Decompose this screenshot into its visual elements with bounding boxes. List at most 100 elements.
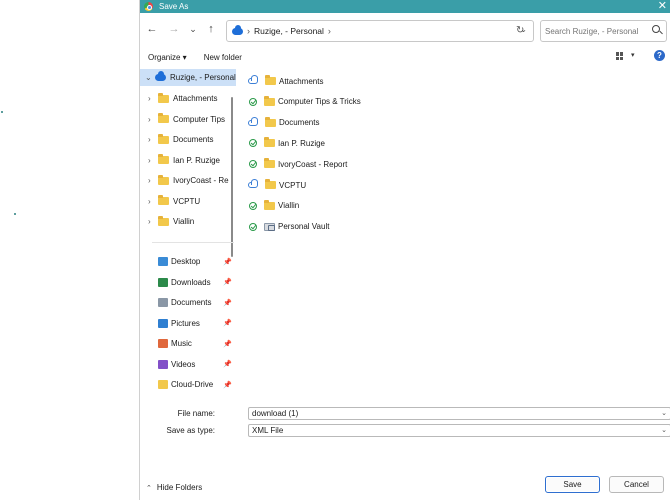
quick-access-label: Desktop [171,257,201,266]
command-bar: Organize ▾ New folder ▾ ? [140,48,670,66]
file-list-item[interactable]: Documents [248,114,548,132]
chevron-right-icon[interactable]: › [148,156,158,165]
tree-item-label: Computer Tips [173,114,226,124]
quick-access-item[interactable]: Downloads 📌 [158,274,234,291]
chevron-right-icon[interactable]: › [148,135,158,144]
tree-item-label: Documents [173,135,214,144]
synced-check-icon [249,160,257,169]
pin-icon[interactable]: 📌 [223,360,232,368]
file-list-item[interactable]: Ian P. Ruzige [248,134,548,152]
up-arrow-icon[interactable]: ↑ [204,22,218,36]
new-folder-button[interactable]: New folder [204,53,242,62]
file-name: Ian P. Ruzige [278,138,325,148]
file-name-field[interactable]: ⌄ [248,407,670,420]
chevron-up-icon: ⌃ [146,484,152,492]
cancel-button[interactable]: Cancel [609,476,664,493]
quick-access-label: Pictures [171,318,200,328]
synced-check-icon [249,97,257,106]
search-input[interactable] [545,26,645,36]
folder-icon [158,195,169,205]
navigation-pane[interactable]: ⌄ Ruzige, - Personal › Attachments › Comput… [140,67,236,403]
save-as-type-value: XML File [252,426,284,435]
tree-item[interactable]: › Documents [140,131,236,148]
quick-access-item[interactable]: Documents 📌 [158,294,234,311]
pin-icon[interactable]: 📌 [223,340,232,348]
cloud-status-icon [248,75,258,84]
file-name: VCPTU [279,180,307,190]
file-name-input[interactable] [249,409,649,418]
refresh-icon[interactable]: ↻ [516,25,524,36]
tree-item[interactable]: › Attachments [140,90,236,107]
quick-access-item[interactable]: Videos 📌 [158,356,234,373]
onedrive-cloud-icon [155,71,166,81]
save-as-type-select[interactable]: XML File ⌄ [248,424,670,437]
chevron-down-icon[interactable]: ⌄ [661,426,667,434]
quick-access-label: Downloads [171,277,211,287]
quick-access-item[interactable]: Music 📌 [158,335,234,352]
folder-icon [158,133,169,144]
tree-item[interactable]: › IvoryCoast - Re [140,172,236,189]
folder-icon [264,95,275,106]
quick-access-item[interactable]: Cloud-Drive 📌 [158,376,234,393]
file-name: Computer Tips & Tricks [278,97,361,107]
chevron-right-icon[interactable]: › [148,217,158,226]
file-list-item[interactable]: Personal Vault [248,218,548,236]
chevron-right-icon[interactable]: › [148,115,158,124]
pin-icon[interactable]: 📌 [223,319,232,327]
hide-folders-button[interactable]: ⌃ Hide Folders [146,483,202,492]
organize-button[interactable]: Organize ▾ [148,53,187,62]
folder-icon [158,174,169,185]
forward-arrow-icon[interactable]: → [167,22,181,36]
folder-icon [158,380,168,389]
file-list-item[interactable]: Viallin [248,197,548,215]
nav-scrollbar[interactable] [231,97,233,257]
chevron-right-icon[interactable]: › [148,197,158,206]
breadcrumb-segment[interactable]: Ruzige, - Personal [254,26,324,36]
pin-icon[interactable]: 📌 [223,299,232,307]
file-list-item[interactable]: VCPTU [248,176,548,194]
search-box[interactable] [540,20,667,42]
stray-dot [1,111,3,113]
synced-check-icon [249,139,257,148]
pin-icon[interactable]: 📌 [223,278,232,286]
file-name: Viallin [278,201,300,211]
chevron-down-icon[interactable]: ⌄ [661,409,667,417]
save-fields: File name: ⌄ Save as type: XML File ⌄ [140,404,670,444]
close-icon[interactable]: ✕ [658,0,667,12]
chevron-right-icon[interactable]: › [148,94,158,103]
pin-icon[interactable]: 📌 [223,381,232,389]
quick-access-item[interactable]: Desktop 📌 [158,253,234,270]
tree-item[interactable]: › VCPTU [140,193,236,210]
chevron-down-icon[interactable]: ⌄ [145,73,155,82]
tree-item[interactable]: › Ian P. Ruzige [140,152,236,169]
chevron-right-icon[interactable]: › [148,176,158,185]
quick-access-item[interactable]: Pictures 📌 [158,315,234,332]
breadcrumb-chevron-icon[interactable]: › [328,26,331,36]
folder-icon [265,179,276,189]
folder-icon [264,137,275,148]
file-name: Personal Vault [278,222,330,232]
pin-icon[interactable]: 📌 [223,258,232,266]
save-button[interactable]: Save [545,476,600,493]
help-icon[interactable]: ? [654,50,665,61]
back-arrow-icon[interactable]: ← [145,22,159,36]
file-list-item[interactable]: Attachments [248,72,548,90]
tree-item[interactable]: › Viallin [140,213,236,230]
tree-item-root[interactable]: ⌄ Ruzige, - Personal [140,69,236,86]
tree-item-label: Ian P. Ruzige [173,155,220,165]
tree-item-label: Ruzige, - Personal [170,73,236,82]
file-name: Documents [279,118,320,128]
search-icon [652,25,660,33]
recent-locations-icon[interactable]: ⌄ [186,22,200,36]
tree-item[interactable]: › Computer Tips [140,111,236,128]
view-dropdown-icon[interactable]: ▾ [631,51,635,59]
navigation-row: ← → ⌄ ↑ › Ruzige, - Personal › ⌄ ↻ [140,16,670,44]
address-bar[interactable]: › Ruzige, - Personal › ⌄ [226,20,534,42]
breadcrumb-chevron-icon: › [247,26,250,36]
file-list-item[interactable]: IvoryCoast - Report [248,155,548,173]
file-list-item[interactable]: Computer Tips & Tricks [248,93,548,111]
view-options-icon[interactable] [616,52,624,60]
music-icon [158,339,168,348]
synced-check-icon [249,222,257,231]
quick-access-label: Videos [171,359,196,369]
